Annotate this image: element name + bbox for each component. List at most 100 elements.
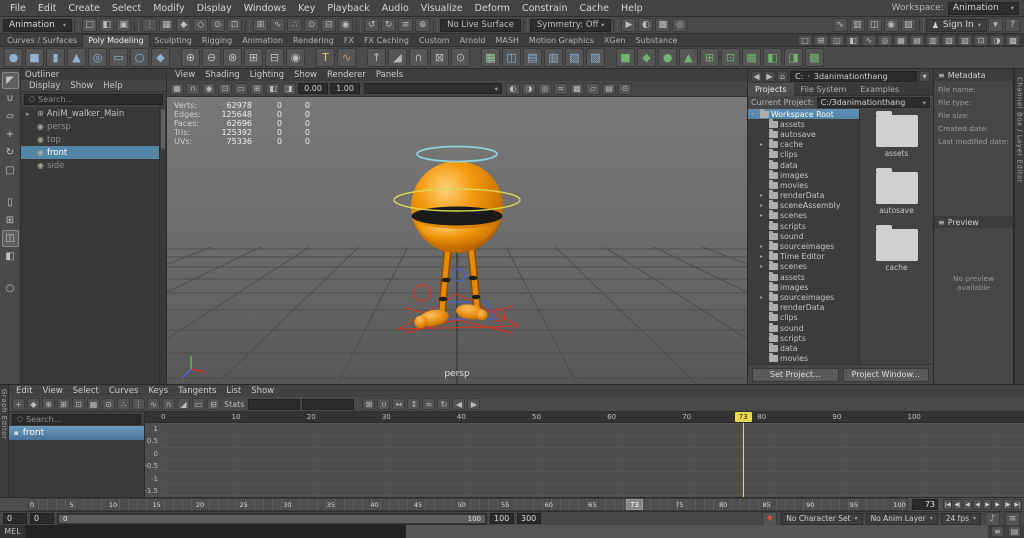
viewport-menu-item[interactable]: Renderer	[322, 70, 371, 80]
mute-icon[interactable]: ♪	[985, 511, 1000, 526]
pane-layout-single-icon[interactable]: □	[798, 34, 812, 46]
multi-cut-icon[interactable]: ⊠	[430, 48, 449, 67]
pane-layout-split-icon[interactable]: ◫	[830, 34, 844, 46]
project-tree-item[interactable]: ▸ scenes	[748, 210, 859, 221]
frame-all-icon[interactable]: ⊡	[72, 398, 85, 410]
bevel-icon[interactable]: ◢	[388, 48, 407, 67]
content-browser-tab[interactable]: Projects	[748, 82, 794, 96]
pane-anim-icon[interactable]: ◑	[990, 34, 1004, 46]
relax-icon[interactable]: ▨	[586, 48, 605, 67]
shelf-separator[interactable]	[472, 48, 479, 67]
pane-front-icon[interactable]: ▧	[942, 34, 956, 46]
custom-green-tool-10-icon[interactable]: ▩	[805, 48, 824, 67]
folder-thumbnail[interactable]: cache	[875, 225, 918, 272]
poly-sphere-icon[interactable]: ●	[4, 48, 23, 67]
project-tree-item[interactable]: scripts	[748, 332, 859, 343]
step-back-frame-button[interactable]: ◀|	[953, 499, 962, 510]
select-hierarchy-icon[interactable]: ⋮	[142, 18, 158, 32]
ambient-occlusion-icon[interactable]: ◎	[538, 82, 552, 95]
custom-green-tool-5-icon[interactable]: ⊞	[700, 48, 719, 67]
project-tree-item[interactable]: movies	[748, 353, 859, 364]
menu-item[interactable]: Modify	[147, 3, 190, 14]
construction-history-icon[interactable]: ≡	[398, 18, 414, 32]
camera-attributes-icon[interactable]: ◉	[202, 82, 216, 95]
shelf-separator[interactable]	[358, 48, 365, 67]
forward-icon[interactable]: ▶	[764, 70, 775, 82]
shelf-tab[interactable]: Substance	[631, 34, 683, 47]
gamma-field[interactable]: 1.00	[330, 83, 360, 94]
folder-thumbnail[interactable]: autosave	[875, 168, 918, 215]
project-tree-item[interactable]: sound	[748, 230, 859, 241]
command-input[interactable]	[26, 525, 406, 538]
caret-down-icon[interactable]: ▾	[988, 18, 1003, 32]
lattice-icon[interactable]: ▤	[523, 48, 542, 67]
command-language-toggle[interactable]: MEL	[0, 525, 26, 538]
outliner-scrollbar[interactable]	[159, 107, 166, 384]
pane-uv-icon[interactable]: ▦	[894, 34, 908, 46]
viewport-menu-item[interactable]: Panels	[371, 70, 408, 80]
stats-value-field[interactable]	[302, 398, 355, 410]
paint-effects-icon[interactable]: ∿	[832, 18, 848, 32]
symmetry-dropdown[interactable]: Symmetry: Off ▾	[529, 18, 612, 32]
character-set-dropdown[interactable]: No Character Set ▾	[781, 512, 863, 525]
content-browser-tab[interactable]: Examples	[853, 83, 906, 96]
custom-green-tool-2-icon[interactable]: ◆	[637, 48, 656, 67]
poly-cone-icon[interactable]: ▲	[67, 48, 86, 67]
move-tool[interactable]: +	[2, 126, 19, 143]
set-project-button[interactable]: Set Project...	[752, 367, 839, 382]
expand-icon[interactable]: ▸	[760, 243, 767, 250]
graph-editor-side-tab[interactable]: Graph Editor	[0, 385, 9, 497]
command-history-icon[interactable]: ≡	[991, 526, 1004, 537]
project-tree-item[interactable]: sound	[748, 322, 859, 333]
go-to-end-button[interactable]: ▶|	[1013, 499, 1022, 510]
boolean-difference-icon[interactable]: ⊖	[202, 48, 221, 67]
workspace-dropdown[interactable]: Animation ▾	[947, 1, 1019, 15]
shelf-separator[interactable]	[607, 48, 614, 67]
outliner-item[interactable]: ◉ top	[21, 133, 159, 146]
layout-split-pane-button[interactable]: ◫	[1, 230, 19, 247]
wrap-icon[interactable]: ▥	[544, 48, 563, 67]
help-icon[interactable]: ?	[1005, 18, 1020, 32]
outliner-menu-item[interactable]: Help	[98, 81, 127, 91]
graph-menu-item[interactable]: Keys	[143, 386, 173, 396]
shelf-tab[interactable]: Rigging	[197, 34, 237, 47]
render-current-frame-icon[interactable]: ▶	[621, 18, 637, 32]
target-weld-icon[interactable]: ⊙	[451, 48, 470, 67]
quad-draw-icon[interactable]: ▦	[481, 48, 500, 67]
menu-item[interactable]: Create	[62, 3, 106, 14]
pane-custom-icon[interactable]: ⊡	[974, 34, 988, 46]
image-plane-icon[interactable]: ▭	[234, 82, 248, 95]
shelf-tab[interactable]: Curves / Surfaces	[2, 34, 82, 47]
graph-menu-item[interactable]: Select	[68, 386, 104, 396]
2d-pan-zoom-icon[interactable]: ⊞	[250, 82, 264, 95]
outliner-item[interactable]: ▸ ⊕ AniM_walker_Main	[21, 107, 159, 120]
toolbox-extra-icon[interactable]: ▥	[849, 18, 865, 32]
unify-tangents-icon[interactable]: ∪	[377, 398, 391, 410]
current-frame-marker[interactable]: 73	[626, 499, 644, 510]
go-to-start-button[interactable]: |◀	[943, 499, 952, 510]
shelf-separator[interactable]	[172, 48, 179, 67]
rotate-tool[interactable]: ↻	[2, 144, 19, 161]
extrude-icon[interactable]: ↑	[367, 48, 386, 67]
lights-icon[interactable]: ◐	[506, 82, 520, 95]
step-tangent-icon[interactable]: ⊟	[207, 398, 220, 410]
graph-time-ruler[interactable]: 0 10 20 30 40 50 60 70 80 90 100	[145, 412, 1024, 423]
range-slider-handle[interactable]: 0 100	[59, 514, 485, 523]
lasso-tool[interactable]: ∪	[2, 90, 19, 107]
step-forward-key-button[interactable]: ▶	[993, 499, 1002, 510]
expand-icon[interactable]: ▸	[26, 110, 34, 118]
move-keys-icon[interactable]: +	[12, 398, 25, 410]
breadcrumb[interactable]: C: › 3danimationthang	[790, 70, 917, 82]
viewport-panel[interactable]: View Shading Lighting Show Renderer Panels ▦ ∩…	[167, 69, 748, 384]
expand-icon[interactable]: ▸	[760, 253, 767, 260]
outliner-item[interactable]: ◉ front	[21, 146, 159, 159]
exposure-field[interactable]: 0.00	[298, 83, 328, 94]
viewport-canvas[interactable]: Verts: 62978 00 Edges: 125648 00 Faces: 626…	[167, 97, 747, 384]
separate-icon[interactable]: ⊟	[265, 48, 284, 67]
motion-blur-icon[interactable]: ≈	[554, 82, 568, 95]
paint-select-tool[interactable]: ▱	[2, 108, 19, 125]
expand-icon[interactable]: ▸	[760, 294, 767, 301]
project-tree-item[interactable]: images	[748, 281, 859, 292]
oversize-gate-icon[interactable]: ◧	[266, 82, 280, 95]
graph-menu-item[interactable]: View	[37, 386, 67, 396]
